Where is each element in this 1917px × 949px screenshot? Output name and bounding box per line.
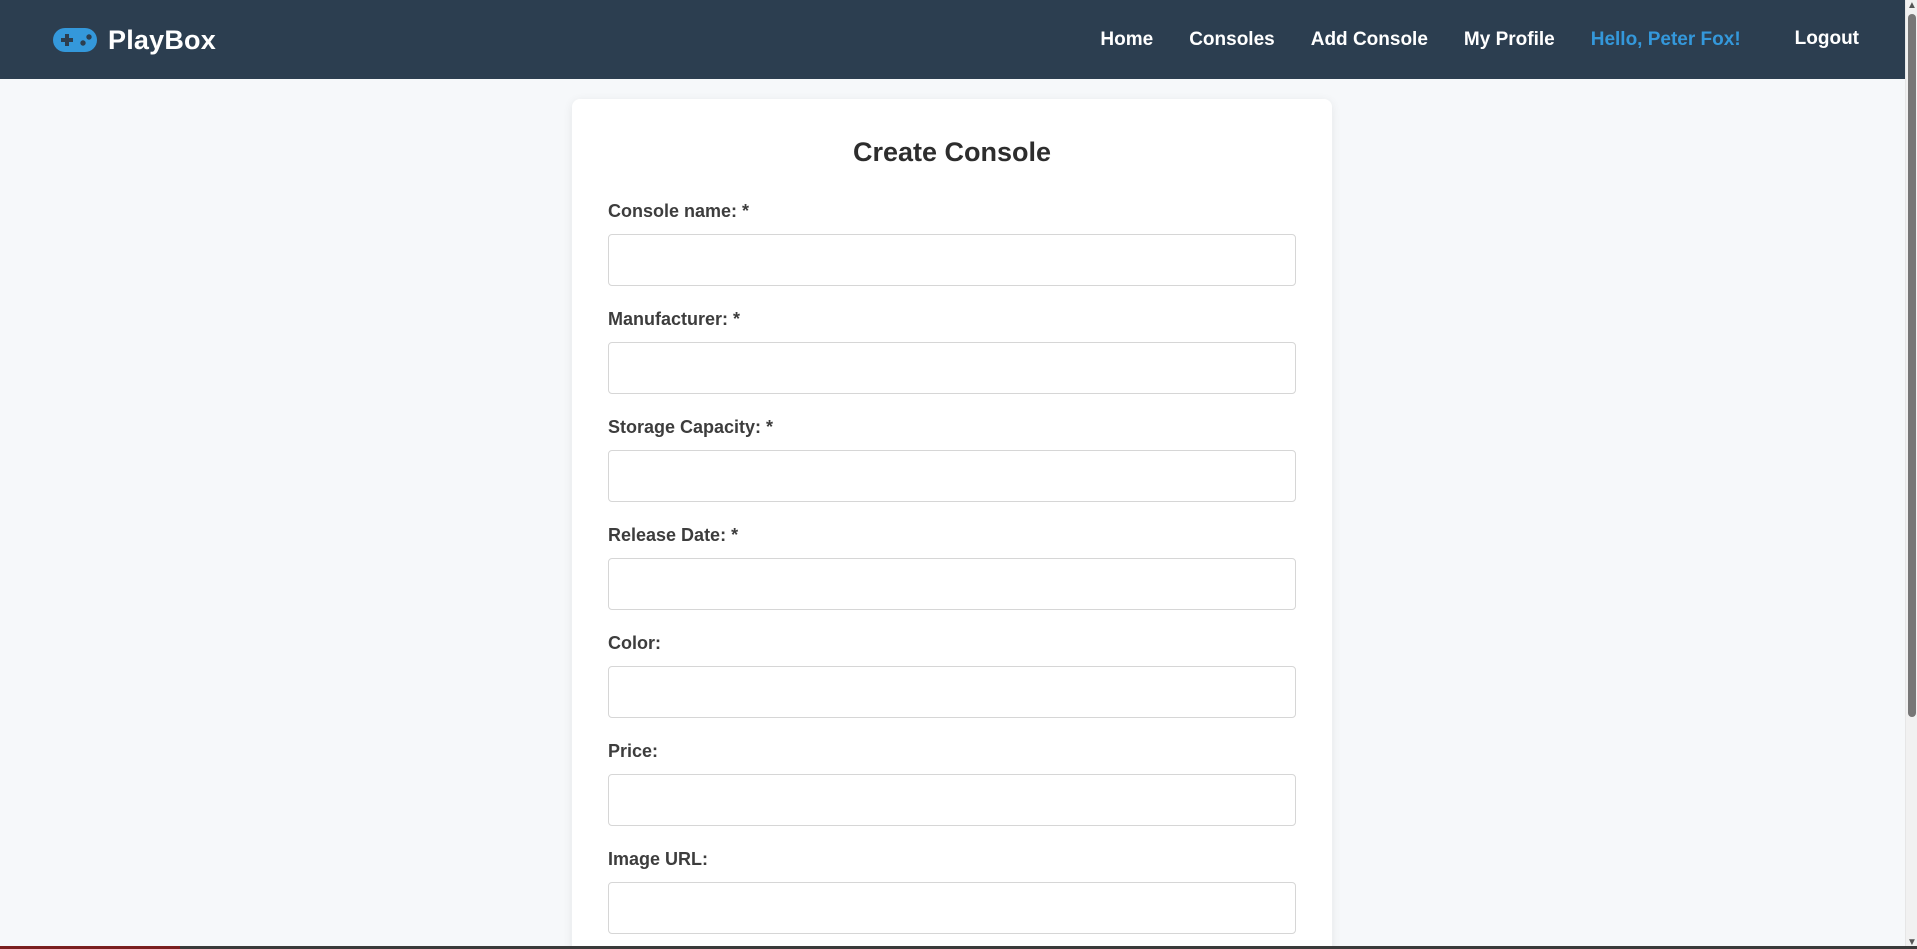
main-navigation: Home Consoles Add Console My Profile Hel… [1064, 0, 1859, 79]
release-date-field-group: Release Date: * [608, 525, 1296, 611]
price-field-group: Price: [608, 741, 1296, 827]
app-window: PlayBox Home Consoles Add Console My Pro… [0, 0, 1917, 949]
scrollbar-thumb[interactable] [1908, 14, 1916, 717]
nav-consoles-link[interactable]: Consoles [1189, 29, 1275, 51]
brand-name: PlayBox [108, 24, 216, 55]
release-date-label: Release Date: * [608, 525, 739, 546]
storage-capacity-field-group: Storage Capacity: * [608, 417, 1296, 503]
user-greeting: Hello, Peter Fox! [1590, 28, 1741, 50]
nav-add-console-link[interactable]: Add Console [1311, 29, 1428, 51]
console-name-input[interactable] [608, 234, 1296, 287]
brand-link[interactable]: PlayBox [52, 20, 216, 60]
image-url-input[interactable] [608, 882, 1296, 935]
price-label: Price: [608, 741, 659, 762]
create-console-form: Console name: * Manufacturer: * Storage … [608, 201, 1296, 935]
logout-button[interactable]: Logout [1795, 28, 1859, 50]
manufacturer-label: Manufacturer: * [608, 309, 741, 330]
storage-capacity-label: Storage Capacity: * [608, 417, 774, 438]
create-console-card: Create Console Console name: * Manufactu… [572, 99, 1332, 949]
gamepad-icon [53, 28, 97, 52]
console-name-label: Console name: * [608, 201, 750, 222]
page-scrollbar[interactable]: ▲ ▼ [1905, 0, 1917, 949]
manufacturer-input[interactable] [608, 342, 1296, 395]
release-date-input[interactable] [608, 558, 1296, 611]
color-input[interactable] [608, 666, 1296, 719]
top-navigation-bar: PlayBox Home Consoles Add Console My Pro… [0, 0, 1905, 79]
page-title: Create Console [852, 137, 1052, 167]
image-url-label: Image URL: [608, 849, 709, 870]
storage-capacity-input[interactable] [608, 450, 1296, 503]
price-input[interactable] [608, 774, 1296, 827]
image-url-field-group: Image URL: [608, 849, 1296, 935]
manufacturer-field-group: Manufacturer: * [608, 309, 1296, 395]
color-label: Color: [608, 633, 661, 654]
nav-home-link[interactable]: Home [1100, 29, 1153, 51]
nav-my-profile-link[interactable]: My Profile [1464, 29, 1555, 51]
scroll-up-arrow-icon[interactable]: ▲ [1907, 0, 1917, 12]
color-field-group: Color: [608, 633, 1296, 719]
console-name-field-group: Console name: * [608, 201, 1296, 287]
